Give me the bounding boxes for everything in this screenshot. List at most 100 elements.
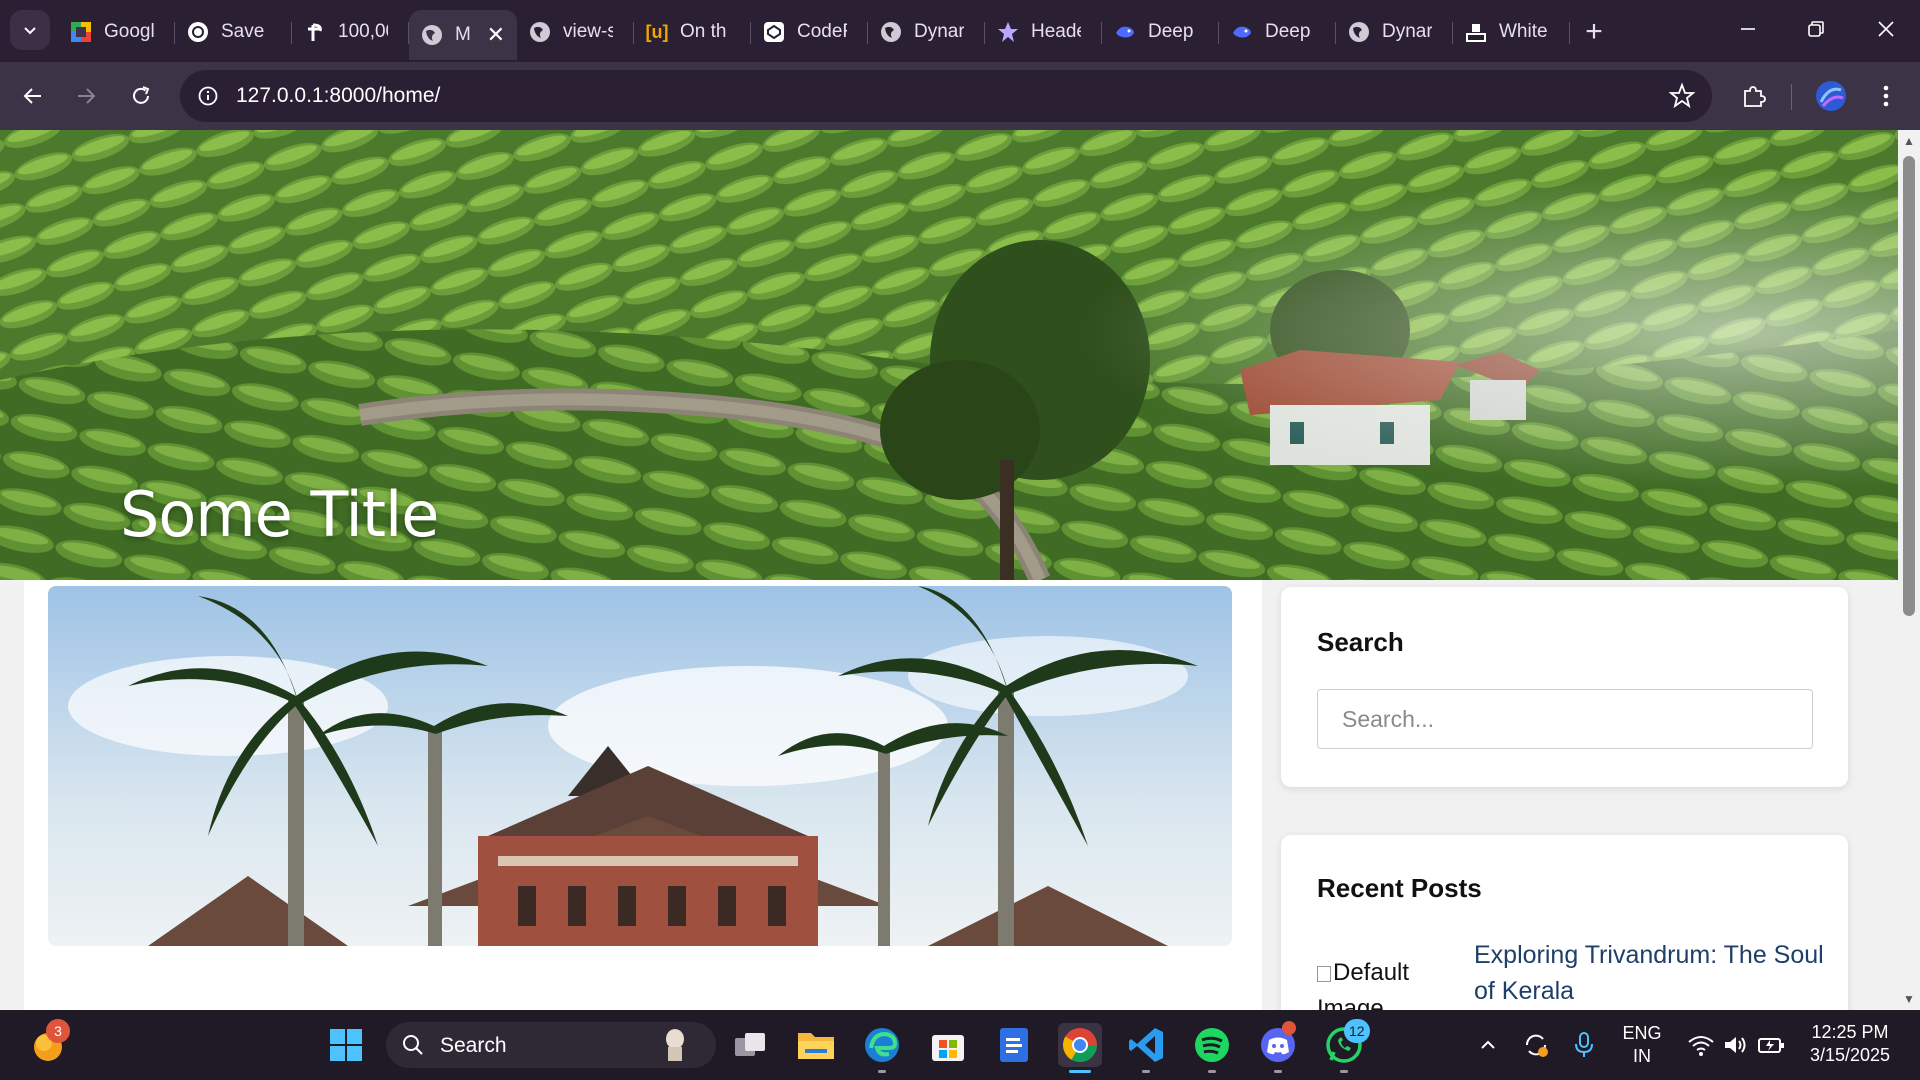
running-indicator [878, 1070, 886, 1073]
input-language-indicator[interactable]: ENG IN [1612, 1022, 1672, 1068]
chevron-up-icon [1481, 1040, 1495, 1049]
google-icon [70, 21, 92, 43]
avatar [1816, 81, 1846, 111]
task-view-button[interactable] [728, 1023, 772, 1067]
widgets-button[interactable]: 3 [26, 1019, 70, 1067]
taskbar-search-box[interactable]: Search [386, 1022, 716, 1068]
document-icon [1000, 1028, 1028, 1062]
back-button[interactable] [13, 76, 53, 116]
tab-search-button[interactable] [10, 10, 50, 50]
page-scrollbar[interactable]: ▲ ▼ [1898, 130, 1920, 1010]
browser-menu-button[interactable] [1866, 76, 1906, 116]
volume-icon [1725, 1037, 1746, 1053]
globe-icon [529, 21, 551, 43]
chrome-icon [1063, 1028, 1097, 1062]
new-tab-button[interactable]: + [1574, 12, 1614, 52]
profile-button[interactable] [1811, 76, 1851, 116]
url-text[interactable]: 127.0.0.1:8000/home/ [236, 84, 440, 108]
scrollbar-thumb[interactable] [1903, 156, 1915, 616]
minimize-button[interactable] [1714, 0, 1782, 58]
close-tab-icon[interactable]: ✕ [487, 22, 505, 48]
address-bar[interactable]: 127.0.0.1:8000/home/ [180, 70, 1712, 122]
tab-title: White [1499, 21, 1548, 42]
vscode-icon [1129, 1028, 1163, 1062]
tab-on-the[interactable]: [u] On th [634, 10, 751, 54]
palace-photo [48, 586, 1232, 946]
recent-post-link[interactable]: Exploring Trivandrum: The Soul of Kerala [1474, 937, 1824, 1009]
tab-100k[interactable]: 100,00 [292, 10, 409, 54]
close-window-button[interactable] [1852, 0, 1920, 58]
file-explorer-button[interactable] [794, 1023, 838, 1067]
clock-time: 12:25 PM [1811, 1022, 1889, 1042]
arrow-left-icon [23, 88, 41, 104]
bing-highlight-icon [666, 1029, 684, 1061]
extensions-button[interactable] [1734, 76, 1774, 116]
show-hidden-icons-button[interactable] [1466, 1023, 1510, 1067]
clock[interactable]: 12:25 PM 3/15/2025 [1800, 1021, 1900, 1067]
tab-dynamic-2[interactable]: Dynar [1336, 10, 1453, 54]
windows-taskbar: 3 Search 12 ENG IN 12:25 PM 3/15/2025 [0, 1010, 1920, 1080]
tab-save[interactable]: Save I [175, 10, 292, 54]
sync-tray-button[interactable] [1514, 1023, 1558, 1067]
browser-toolbar: 127.0.0.1:8000/home/ [0, 62, 1920, 130]
microphone-icon [1575, 1032, 1593, 1057]
tab-deepseek-1[interactable]: Deep [1102, 10, 1219, 54]
search-widget-title: Search [1317, 627, 1404, 657]
scroll-down-arrow-icon[interactable]: ▼ [1903, 992, 1915, 1006]
recent-posts-widget: Recent Posts Default Image Exploring Tri… [1281, 835, 1848, 1010]
tab-title: view-s [563, 21, 613, 42]
hero-banner: Some Title [0, 130, 1898, 580]
tab-view-source[interactable]: view-s [517, 10, 634, 54]
site-info-icon[interactable] [194, 82, 222, 110]
spotify-button[interactable] [1190, 1023, 1234, 1073]
reload-button[interactable] [121, 76, 161, 116]
tab-codef[interactable]: CodeF [751, 10, 868, 54]
edge-button[interactable] [860, 1023, 904, 1073]
tab-title: Dynar [914, 21, 964, 42]
tab-title: M [455, 24, 471, 45]
p-icon [304, 21, 326, 43]
region-code: IN [1633, 1046, 1651, 1066]
tab-dynamic-1[interactable]: Dynar [868, 10, 985, 54]
microphone-button[interactable] [1562, 1023, 1606, 1067]
tab-title: On th [680, 21, 727, 42]
bookmark-star-icon[interactable] [1668, 82, 1696, 110]
store-icon [932, 1035, 964, 1061]
tab-white[interactable]: White [1453, 10, 1570, 54]
tab-deepseek-2[interactable]: Deep [1219, 10, 1336, 54]
tab-google[interactable]: Googl [58, 10, 175, 54]
folder-icon [798, 1033, 834, 1059]
start-button[interactable] [324, 1023, 368, 1067]
quick-settings-button[interactable] [1676, 1023, 1796, 1067]
tab-active[interactable]: M ✕ [409, 10, 517, 60]
running-indicator [1208, 1070, 1216, 1073]
star-icon [997, 21, 1019, 43]
restore-button[interactable] [1782, 0, 1850, 58]
docs-button[interactable] [992, 1023, 1036, 1067]
whatsapp-button[interactable]: 12 [1322, 1019, 1370, 1073]
windows-logo-icon [330, 1029, 362, 1061]
toolbar-separator [1791, 84, 1792, 110]
edge-icon [865, 1028, 899, 1062]
chrome-button[interactable] [1058, 1023, 1102, 1073]
puzzle-icon [1744, 86, 1766, 107]
recent-post-thumbnail[interactable]: Default Image [1317, 955, 1437, 1010]
search-input[interactable] [1317, 689, 1813, 749]
vscode-button[interactable] [1124, 1023, 1168, 1073]
page-viewport: Some Title Search Search... Recent Posts… [0, 130, 1898, 1010]
microsoft-store-button[interactable] [926, 1023, 970, 1067]
tab-title: Deep [1148, 21, 1194, 42]
featured-post-image[interactable] [48, 586, 1232, 946]
forward-button[interactable] [66, 76, 106, 116]
search-widget: Search [1281, 587, 1848, 787]
task-view-icon [735, 1033, 765, 1056]
taskbar-search-label: Search [440, 1034, 507, 1057]
globe-icon [421, 24, 443, 46]
plus-icon: + [1585, 15, 1603, 48]
search-icon [403, 1035, 423, 1055]
discord-button[interactable] [1256, 1021, 1300, 1073]
codepen-icon [763, 21, 785, 43]
tab-title: CodeF [797, 21, 847, 42]
tab-header[interactable]: Heade [985, 10, 1102, 54]
scroll-up-arrow-icon[interactable]: ▲ [1903, 134, 1915, 148]
